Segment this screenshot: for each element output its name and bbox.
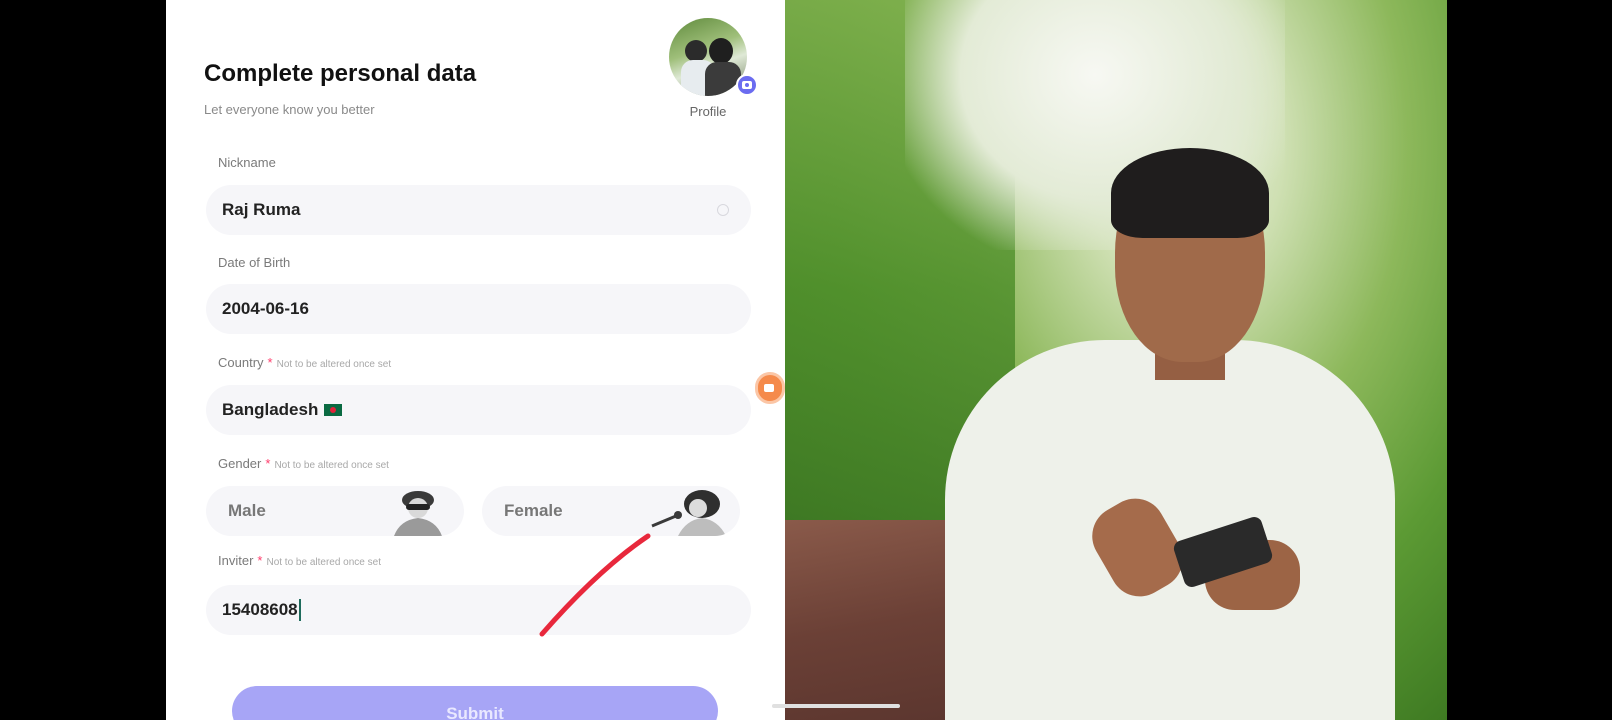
clear-icon[interactable]	[717, 204, 729, 216]
inviter-label-text: Inviter	[218, 553, 254, 568]
page-subtitle: Let everyone know you better	[204, 102, 375, 117]
text-cursor	[298, 599, 301, 621]
dob-value: 2004-06-16	[222, 299, 309, 318]
female-avatar-illustration	[651, 490, 726, 536]
page-title: Complete personal data	[204, 60, 477, 87]
inviter-note: Not to be altered once set	[266, 557, 381, 568]
country-label-text: Country	[218, 355, 264, 370]
floating-video-icon[interactable]	[755, 372, 785, 404]
country-note: Not to be altered once set	[276, 359, 392, 370]
home-indicator[interactable]	[772, 704, 900, 708]
nickname-value: Raj Ruma	[222, 200, 301, 219]
country-label: Country * Not to be altered once set	[218, 355, 391, 370]
required-mark: *	[257, 553, 263, 568]
gender-option-male[interactable]: Male	[206, 486, 464, 536]
gender-note: Not to be altered once set	[274, 460, 389, 471]
annotation-stroke	[539, 533, 651, 637]
dob-field[interactable]: 2004-06-16	[206, 284, 751, 334]
gender-option-female[interactable]: Female	[482, 486, 740, 536]
country-field[interactable]: Bangladesh	[206, 385, 751, 435]
submit-button[interactable]: Submit	[232, 686, 718, 720]
profile-label: Profile	[689, 104, 727, 119]
male-avatar-illustration	[394, 491, 442, 536]
gender-label-text: Gender	[218, 456, 262, 471]
required-mark: *	[267, 355, 273, 370]
dob-label: Date of Birth	[218, 255, 290, 270]
camera-icon[interactable]	[736, 74, 758, 96]
gender-male-label: Male	[228, 501, 266, 520]
screen: Complete personal data Let everyone know…	[0, 0, 1612, 720]
person-hair	[1111, 148, 1269, 238]
required-mark: *	[265, 456, 271, 471]
gender-label: Gender * Not to be altered once set	[218, 456, 389, 471]
avatar-person-head	[709, 38, 733, 64]
inviter-value: 15408608	[222, 600, 298, 619]
gender-female-label: Female	[504, 501, 563, 520]
nickname-field[interactable]: Raj Ruma	[206, 185, 751, 235]
bangladesh-flag-icon	[324, 404, 343, 416]
presenter-video-overlay	[785, 0, 1447, 720]
avatar-person-body	[705, 62, 741, 96]
avatar-person-head	[685, 40, 707, 62]
country-value: Bangladesh	[222, 400, 319, 419]
nickname-label-text: Nickname	[218, 155, 276, 170]
personal-data-form-panel: Complete personal data Let everyone know…	[166, 0, 785, 720]
inviter-label: Inviter * Not to be altered once set	[218, 553, 381, 568]
nickname-label: Nickname	[218, 155, 276, 170]
dob-label-text: Date of Birth	[218, 255, 291, 270]
inviter-field[interactable]: 15408608	[206, 585, 751, 635]
